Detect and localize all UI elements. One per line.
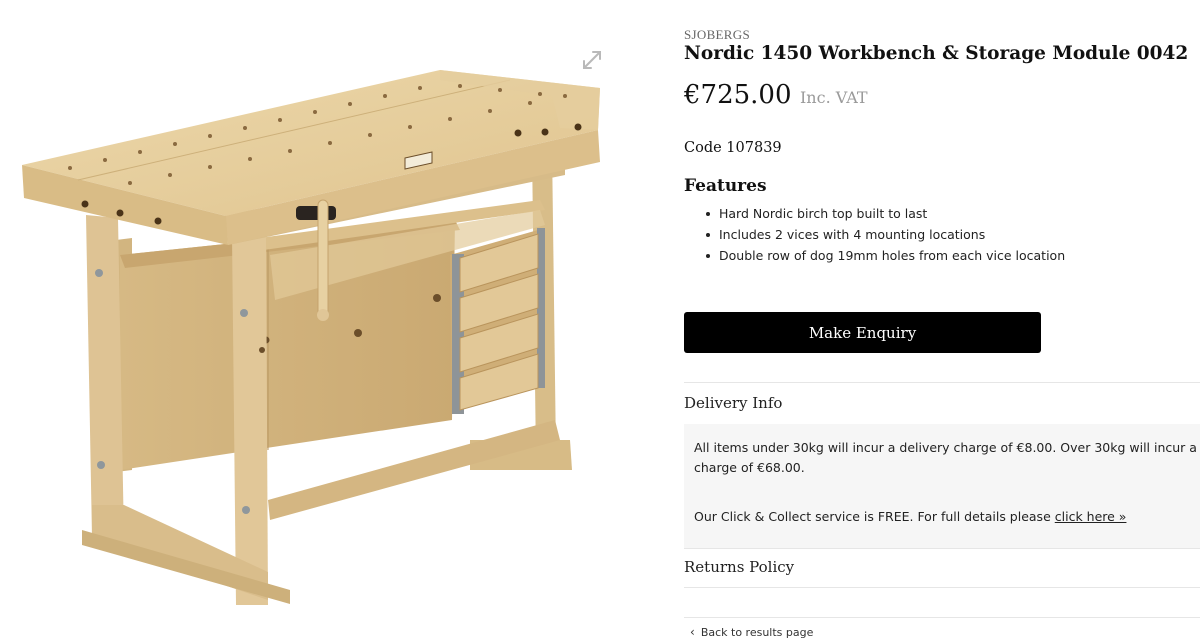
feature-item: Hard Nordic birch top built to last — [706, 203, 1065, 224]
product-code: Code 107839 — [684, 140, 782, 156]
features-heading: Features — [684, 176, 767, 196]
back-to-results-link[interactable]: ‹ Back to results page — [690, 625, 813, 639]
click-collect-text: Our Click & Collect service is FREE. For… — [694, 509, 1126, 524]
delivery-charge-text: All items under 30kg will incur a delive… — [694, 440, 1200, 475]
click-collect-label: Our Click & Collect service is FREE. For… — [694, 509, 1051, 524]
expand-arrows-icon[interactable] — [578, 46, 606, 74]
workbench-illustration — [22, 70, 600, 605]
product-price: €725.00 — [684, 80, 792, 110]
click-here-link[interactable]: click here » — [1055, 509, 1127, 524]
delivery-info-panel: All items under 30kg will incur a delive… — [684, 424, 1200, 548]
product-image[interactable] — [0, 0, 640, 644]
make-enquiry-button[interactable]: Make Enquiry — [684, 312, 1041, 353]
chevron-left-icon: ‹ — [690, 625, 695, 639]
product-details: SJOBERGS Nordic 1450 Workbench & Storage… — [684, 0, 1200, 644]
product-brand: SJOBERGS — [684, 27, 750, 42]
product-code-label: Code — [684, 140, 722, 156]
product-code-value: 107839 — [726, 140, 782, 156]
delivery-info-header[interactable]: Delivery Info — [684, 394, 782, 412]
divider — [684, 382, 1200, 383]
price-row: €725.00 Inc. VAT — [684, 80, 868, 110]
feature-item: Includes 2 vices with 4 mounting locatio… — [706, 224, 1065, 245]
returns-policy-header[interactable]: Returns Policy — [684, 558, 794, 576]
divider — [684, 548, 1200, 549]
divider — [684, 617, 1200, 618]
divider — [684, 587, 1200, 588]
vat-label: Inc. VAT — [799, 88, 868, 107]
feature-item: Double row of dog 19mm holes from each v… — [706, 245, 1065, 266]
product-title: Nordic 1450 Workbench & Storage Module 0… — [684, 43, 1189, 64]
back-link-label: Back to results page — [700, 626, 814, 639]
features-list: Hard Nordic birch top built to last Incl… — [706, 203, 1065, 266]
